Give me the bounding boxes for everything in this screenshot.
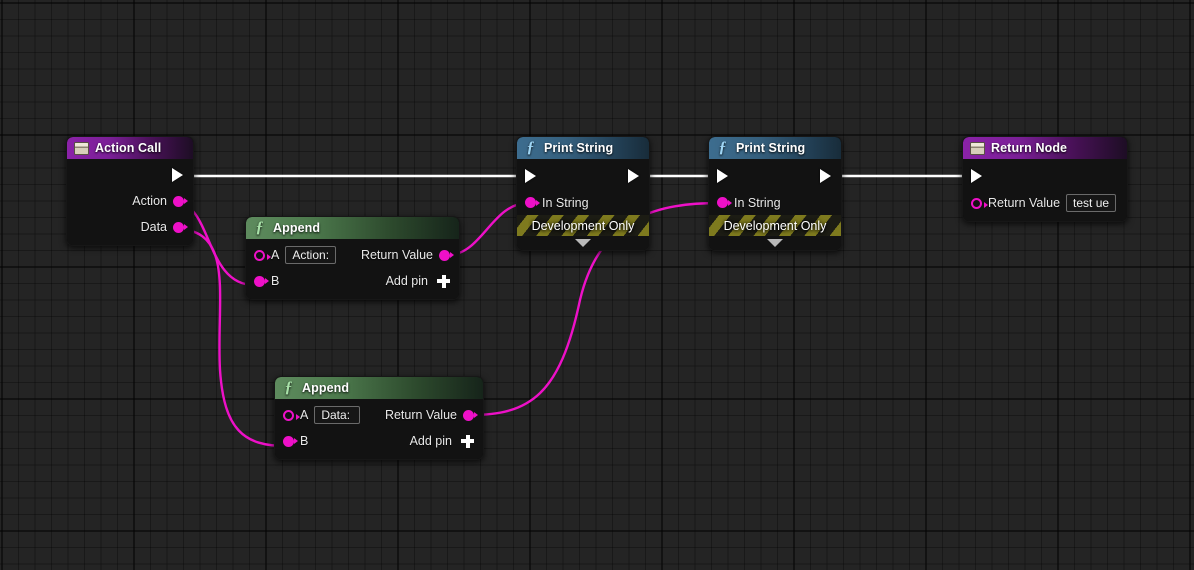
exec-output-pin[interactable] [628,169,640,184]
node-append-1[interactable]: ƒ Append A Action: Return Value B Add pi… [245,216,460,300]
node-print-string-1[interactable]: ƒ Print String In String Development Onl… [516,136,650,251]
plus-icon[interactable] [461,434,474,448]
input-field-a[interactable]: Data: [314,406,361,424]
input-field-a[interactable]: Action: [285,246,337,264]
input-field-return-value[interactable]: test ue [1066,194,1117,212]
wire-layer [175,174,968,448]
output-pin-return-value[interactable] [463,409,478,421]
pin-row-b[interactable]: B Add pin [275,428,483,454]
input-pin-label-in-string: In String [542,195,589,210]
input-pin-b[interactable] [254,275,269,287]
pin-row-b[interactable]: B Add pin [246,268,459,294]
node-action-call[interactable]: Action Call Action Data [66,136,194,246]
node-header-print-string-2[interactable]: ƒ Print String [709,137,841,159]
development-only-banner: Development Only [517,215,649,236]
add-pin-label: Add pin [385,274,428,288]
node-print-string-2[interactable]: ƒ Print String In String Development Onl… [708,136,842,251]
output-pin-label-action: Action [132,194,167,208]
node-header-append-1[interactable]: ƒ Append [246,217,459,239]
pin-row-in-string[interactable]: In String [517,190,649,215]
input-pin-label-in-string: In String [734,195,781,210]
input-pin-label-a: A [271,248,280,262]
output-pin-action[interactable] [173,195,188,207]
exec-output-row[interactable] [67,162,193,188]
pin-row-a[interactable]: A Data: Return Value [275,402,483,428]
exec-input-pin[interactable] [717,169,729,184]
add-pin-label: Add pin [409,434,452,448]
function-f-icon: ƒ [526,139,535,156]
input-pin-a[interactable] [254,249,271,261]
input-pin-in-string[interactable] [717,197,732,208]
collapse-chevron-down-icon[interactable] [709,236,841,250]
exec-row[interactable] [517,162,649,190]
pin-row-a[interactable]: A Action: Return Value [246,242,459,268]
node-body-return-node: Return Value test ue [963,159,1127,221]
collapse-chevron-down-icon[interactable] [517,236,649,250]
node-body-action-call: Action Data [67,159,193,245]
input-pin-return-value[interactable] [971,197,988,209]
output-pin-label-return-value: Return Value [384,408,457,422]
node-box-icon [970,141,985,155]
output-pin-row-data[interactable]: Data [67,214,193,240]
output-pin-data[interactable] [173,221,188,233]
output-pin-label-data: Data [140,220,167,234]
node-title: Append [273,221,321,235]
output-pin-return-value[interactable] [439,249,454,261]
input-pin-label-a: A [300,408,309,422]
input-pin-in-string[interactable] [525,197,540,208]
development-only-label: Development Only [723,218,827,233]
node-body-append-1: A Action: Return Value B Add pin [246,239,459,299]
node-header-append-2[interactable]: ƒ Append [275,377,483,399]
function-f-icon: ƒ [284,379,293,396]
node-body-print-string-2: In String Development Only [709,159,841,250]
node-append-2[interactable]: ƒ Append A Data: Return Value B Add pin [274,376,484,460]
node-header-return-node[interactable]: Return Node [963,137,1127,159]
input-pin-a[interactable] [283,409,300,421]
function-f-icon: ƒ [255,219,264,236]
node-title: Action Call [95,141,162,155]
exec-input-row[interactable] [963,162,1127,190]
node-title: Return Node [991,141,1068,155]
exec-row[interactable] [709,162,841,190]
plus-icon[interactable] [437,274,450,288]
input-pin-label-b: B [271,274,280,288]
node-return-node[interactable]: Return Node Return Value test ue [962,136,1128,222]
node-body-print-string-1: In String Development Only [517,159,649,250]
node-body-append-2: A Data: Return Value B Add pin [275,399,483,459]
node-title: Print String [736,141,806,155]
node-header-action-call[interactable]: Action Call [67,137,193,159]
node-title: Print String [544,141,614,155]
development-only-banner: Development Only [709,215,841,236]
output-pin-row-action[interactable]: Action [67,188,193,214]
pin-row-in-string[interactable]: In String [709,190,841,215]
output-pin-label-return-value: Return Value [360,248,433,262]
exec-output-pin[interactable] [820,169,832,184]
node-box-icon [74,141,89,155]
exec-input-pin[interactable] [971,169,983,184]
function-f-icon: ƒ [718,139,727,156]
input-pin-label-b: B [300,434,309,448]
input-pin-label-return-value: Return Value [988,196,1061,210]
exec-input-pin[interactable] [525,169,537,184]
development-only-label: Development Only [531,218,635,233]
pin-row-return-value[interactable]: Return Value test ue [963,190,1127,216]
blueprint-graph-canvas[interactable]: Action Call Action Data ƒ Append A Actio… [0,0,1194,570]
exec-output-pin[interactable] [172,168,184,183]
node-title: Append [302,381,350,395]
node-header-print-string-1[interactable]: ƒ Print String [517,137,649,159]
input-pin-b[interactable] [283,435,298,447]
